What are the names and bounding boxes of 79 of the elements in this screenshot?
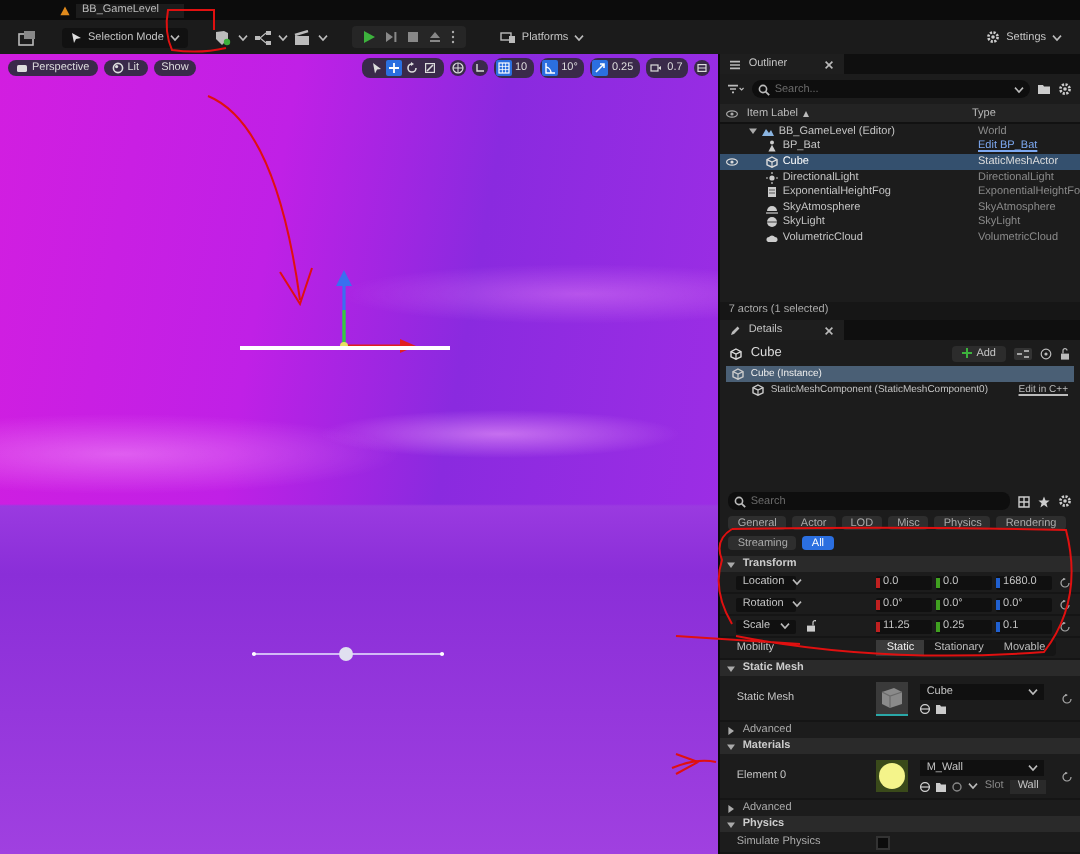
unlocked-lock-icon[interactable] [806,620,817,632]
checkbox[interactable] [876,835,891,849]
caret-icon [237,33,248,41]
eye-icon [726,109,739,117]
list-icon [730,59,741,69]
search-icon [758,83,771,95]
filter-icon[interactable] [728,84,745,94]
star-icon[interactable] [1038,495,1050,507]
clapperboard-icon[interactable] [293,29,312,45]
caret-icon [791,600,802,608]
annotation-arrow [671,753,717,775]
pencil-icon [730,325,741,335]
reset-arrow-icon[interactable] [1060,599,1071,609]
annotation-outline [165,9,227,53]
reset-arrow-icon[interactable] [1062,771,1072,781]
reset-arrow-icon[interactable] [1062,693,1072,703]
browse-icon[interactable] [920,703,931,713]
cube-icon [732,368,745,380]
help-icon[interactable] [1040,347,1052,359]
folder-icon[interactable] [1038,84,1050,94]
layout-icon[interactable] [694,60,711,76]
rotate-icon[interactable] [403,60,419,76]
scale-icon[interactable] [421,60,437,76]
node-graph-icon[interactable] [253,29,272,45]
browse-icon[interactable] [920,781,931,791]
cube-drawing [880,685,905,709]
caret-icon [574,33,585,41]
caret-icon [780,622,791,630]
more-options-icon[interactable] [449,30,456,44]
person-icon [766,140,779,153]
blueprint-add-icon[interactable] [1014,347,1032,359]
caret-icon [169,33,180,41]
cursor-icon [70,31,82,43]
caret-icon [1028,763,1039,771]
caret-icon [317,33,328,41]
add-actor-icon[interactable] [213,29,232,45]
search-icon [734,495,747,507]
close-icon[interactable] [824,325,835,335]
folder-icon[interactable] [936,703,947,713]
move-arrows-icon[interactable] [385,60,401,76]
lock-icon[interactable] [1060,347,1070,359]
cube-icon [730,347,743,359]
reset-arrow-icon[interactable] [1060,577,1071,587]
cursor-icon[interactable] [367,60,383,76]
gear-icon[interactable] [1058,494,1072,508]
stop-icon[interactable] [405,30,420,44]
gear-icon[interactable] [986,30,1001,44]
cube-icon [766,155,779,168]
grid-view-icon[interactable] [1018,495,1030,507]
sort-arrow-icon [802,109,811,117]
eye-icon[interactable] [726,157,739,166]
fog-icon [766,186,779,199]
gear-icon[interactable] [1058,82,1072,96]
camera-view-icon [16,62,28,74]
play-icon[interactable] [361,30,376,44]
target-icon[interactable] [952,781,963,791]
atmosphere-icon [766,201,779,214]
caret-icon [792,578,803,586]
plus-icon [962,348,973,358]
folder-icon[interactable] [936,781,947,791]
close-icon[interactable] [824,59,835,69]
caret-icon [277,33,288,41]
surface-snap-icon[interactable] [471,60,487,76]
step-icon[interactable] [383,30,398,44]
eject-icon[interactable] [427,30,442,44]
reset-arrow-icon[interactable] [1060,621,1071,631]
cloud-icon [766,231,779,244]
caret-icon [968,782,979,790]
content-folder-icon[interactable] [18,29,36,45]
cube-icon [752,384,765,396]
globe-icon[interactable] [449,60,465,76]
caret-icon [1028,687,1039,695]
sphere-icon [111,62,124,74]
sky-sphere-icon [766,216,779,229]
platforms-icon [499,31,516,43]
level-tab-icon [60,5,70,15]
caret-icon [1014,85,1024,93]
sun-icon [766,171,779,184]
caret-icon [1052,33,1062,41]
